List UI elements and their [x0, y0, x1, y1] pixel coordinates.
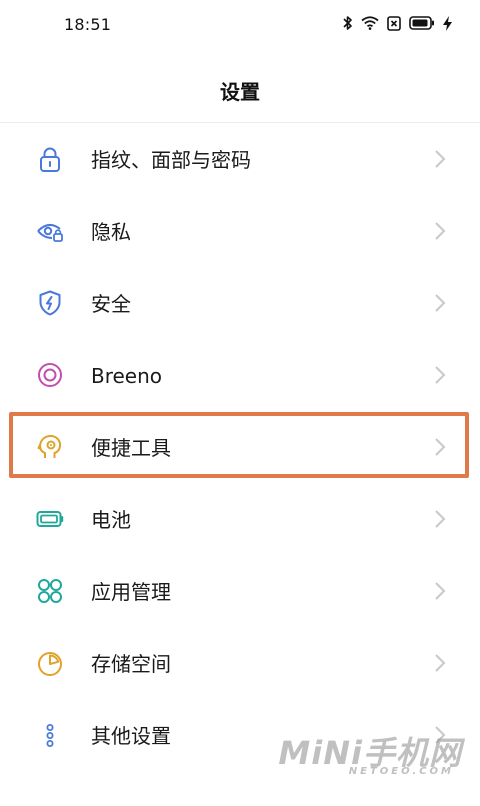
chevron-right-icon [434, 292, 446, 314]
more-dots-icon [36, 721, 64, 749]
charging-icon [443, 15, 452, 31]
status-time: 18:51 [64, 15, 112, 34]
settings-item-label: Breeno [91, 364, 163, 388]
lock-icon [36, 145, 64, 173]
chevron-right-icon [434, 220, 446, 242]
bluetooth-icon [343, 16, 352, 30]
settings-item-security[interactable]: 安全 [0, 267, 480, 339]
wifi-icon [361, 16, 379, 30]
watermark-subtext: NETOEO.COM [348, 766, 454, 777]
head-gear-icon [36, 433, 64, 461]
settings-list: 指纹、面部与密码 隐私 安全 Breeno 便捷工具 电池 应用管理 存储空间 … [0, 123, 480, 771]
settings-item-fingerprint-face-password[interactable]: 指纹、面部与密码 [0, 123, 480, 195]
status-icons [343, 15, 452, 31]
settings-item-breeno[interactable]: Breeno [0, 339, 480, 411]
page-title: 设置 [220, 80, 260, 104]
settings-item-label: 便捷工具 [91, 436, 171, 460]
status-bar: 18:51 [0, 0, 480, 48]
settings-item-label: 应用管理 [91, 580, 171, 604]
settings-item-label: 隐私 [91, 220, 131, 244]
settings-item-label: 电池 [91, 508, 131, 532]
page-header: 设置 [0, 64, 480, 122]
settings-item-privacy[interactable]: 隐私 [0, 195, 480, 267]
chevron-right-icon [434, 652, 446, 674]
chevron-right-icon [434, 364, 446, 386]
chevron-right-icon [434, 148, 446, 170]
battery-icon [409, 16, 434, 30]
settings-item-label: 指纹、面部与密码 [91, 148, 251, 172]
storage-pie-icon [36, 649, 64, 677]
settings-item-app-management[interactable]: 应用管理 [0, 555, 480, 627]
chevron-right-icon [434, 508, 446, 530]
chevron-right-icon [434, 580, 446, 602]
watermark: MiNi手机网 NETOEO.COM [276, 728, 466, 784]
chevron-right-icon [434, 436, 446, 458]
privacy-eye-icon [36, 217, 64, 245]
settings-item-convenience-tools[interactable]: 便捷工具 [0, 411, 480, 483]
battery-outline-icon [36, 505, 64, 533]
settings-item-label: 其他设置 [91, 724, 171, 748]
breeno-ring-icon [36, 361, 64, 389]
apps-grid-icon [36, 577, 64, 605]
settings-item-battery[interactable]: 电池 [0, 483, 480, 555]
settings-item-label: 安全 [91, 292, 131, 316]
sim-off-icon [387, 15, 401, 31]
settings-item-label: 存储空间 [91, 652, 171, 676]
settings-item-storage[interactable]: 存储空间 [0, 627, 480, 699]
shield-bolt-icon [36, 289, 64, 317]
